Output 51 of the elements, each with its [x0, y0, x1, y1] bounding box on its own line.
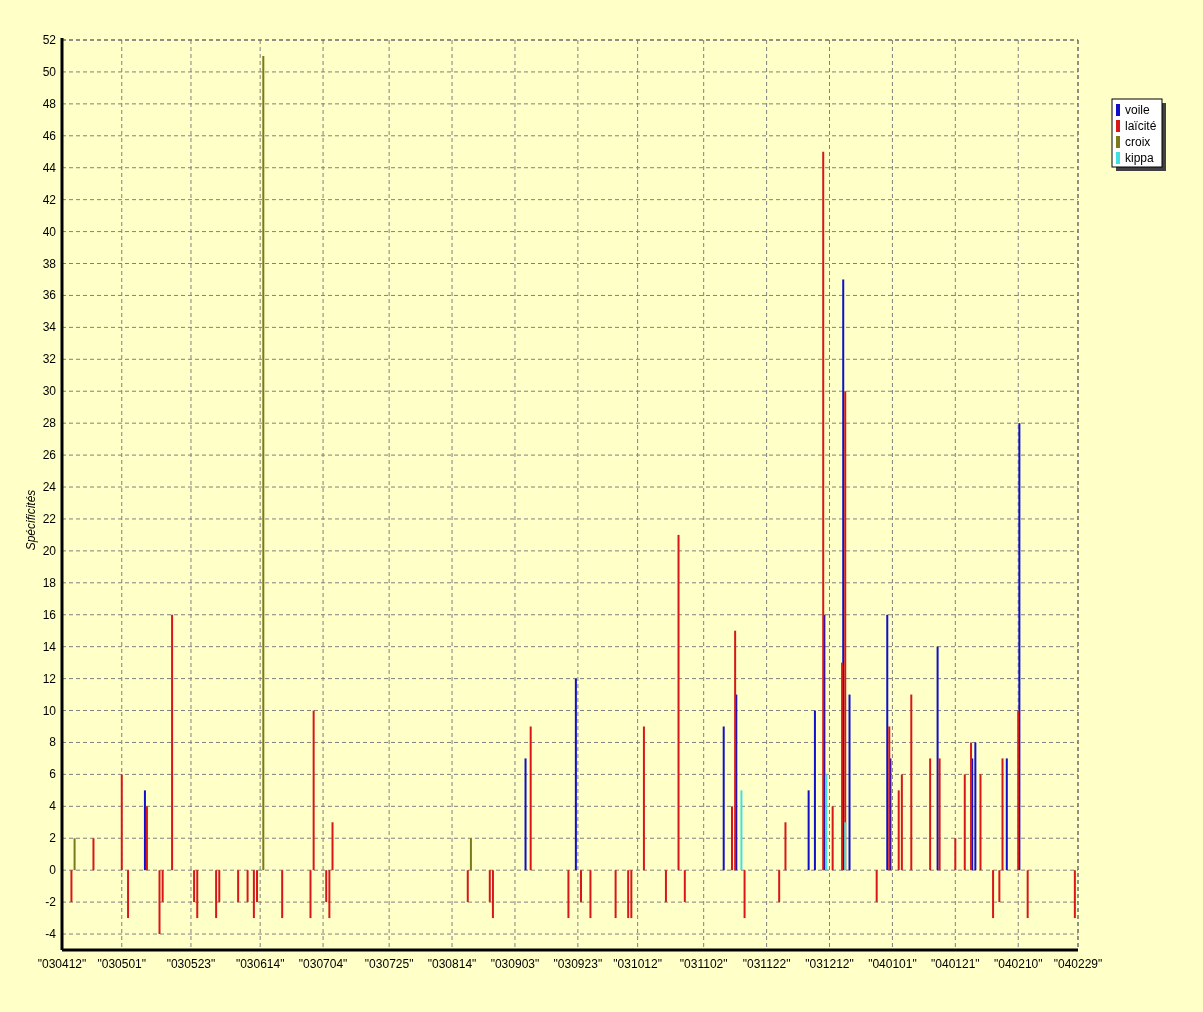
y-tick-label: 30: [42, 384, 56, 399]
x-tick-label: "030725": [364, 957, 414, 971]
y-tick-label: 48: [42, 96, 56, 111]
y-tick-label: 44: [42, 160, 56, 175]
y-tick-label: 18: [42, 575, 56, 590]
y-axis-title: Spécificités: [24, 489, 38, 551]
y-tick-label: 12: [42, 671, 56, 686]
y-tick-label: 8: [49, 735, 56, 750]
x-tick-label: "040229": [1053, 957, 1103, 971]
y-tick-label: 50: [42, 64, 56, 79]
y-tick-label: -2: [45, 895, 56, 910]
y-tick-label: 0: [49, 863, 56, 878]
y-tick-label: 52: [42, 33, 56, 47]
y-tick-label: 20: [42, 543, 56, 558]
y-tick-label: 42: [42, 192, 56, 207]
x-tick-label: "030412": [37, 957, 87, 971]
x-tick-label: "031122": [742, 957, 791, 971]
x-tick-label: "030903": [490, 957, 540, 971]
legend-label: voile: [1125, 103, 1150, 117]
x-tick-label: "031102": [679, 957, 728, 971]
legend-label: laïcité: [1125, 119, 1157, 133]
y-tick-label: 16: [42, 607, 56, 622]
x-tick-label: "030704": [298, 957, 348, 971]
y-tick-label: 36: [42, 288, 56, 303]
y-tick-label: 38: [42, 256, 56, 271]
x-tick-label: "040210": [993, 957, 1043, 971]
legend-label: kippa: [1125, 151, 1154, 165]
x-tick-label: "030501": [97, 957, 147, 971]
x-tick-label: "031012": [613, 957, 662, 971]
y-tick-label: 10: [42, 703, 56, 718]
y-tick-label: 32: [42, 352, 56, 367]
x-tick-label: "040101": [868, 957, 917, 971]
y-tick-label: 40: [42, 224, 56, 239]
y-tick-label: 24: [42, 480, 56, 494]
y-tick-label: 6: [49, 767, 56, 782]
y-tick-label: 26: [42, 448, 56, 463]
x-tick-label: "031212": [805, 957, 854, 971]
x-tick-label: "030523": [166, 957, 216, 971]
y-tick-label: 22: [42, 511, 56, 526]
y-tick-label: 4: [49, 799, 56, 814]
x-tick-label: "030614": [235, 957, 285, 971]
y-tick-label: -4: [45, 927, 56, 942]
x-tick-label: "030814": [427, 957, 477, 971]
x-tick-label: "040121": [931, 957, 980, 971]
y-tick-label: 34: [42, 320, 56, 335]
y-tick-label: 46: [42, 128, 56, 143]
legend-label: croix: [1125, 135, 1151, 149]
x-tick-label: "030923": [553, 957, 603, 971]
y-tick-label: 14: [42, 639, 56, 654]
y-tick-label: 2: [49, 831, 56, 846]
y-tick-label: 28: [42, 416, 56, 431]
